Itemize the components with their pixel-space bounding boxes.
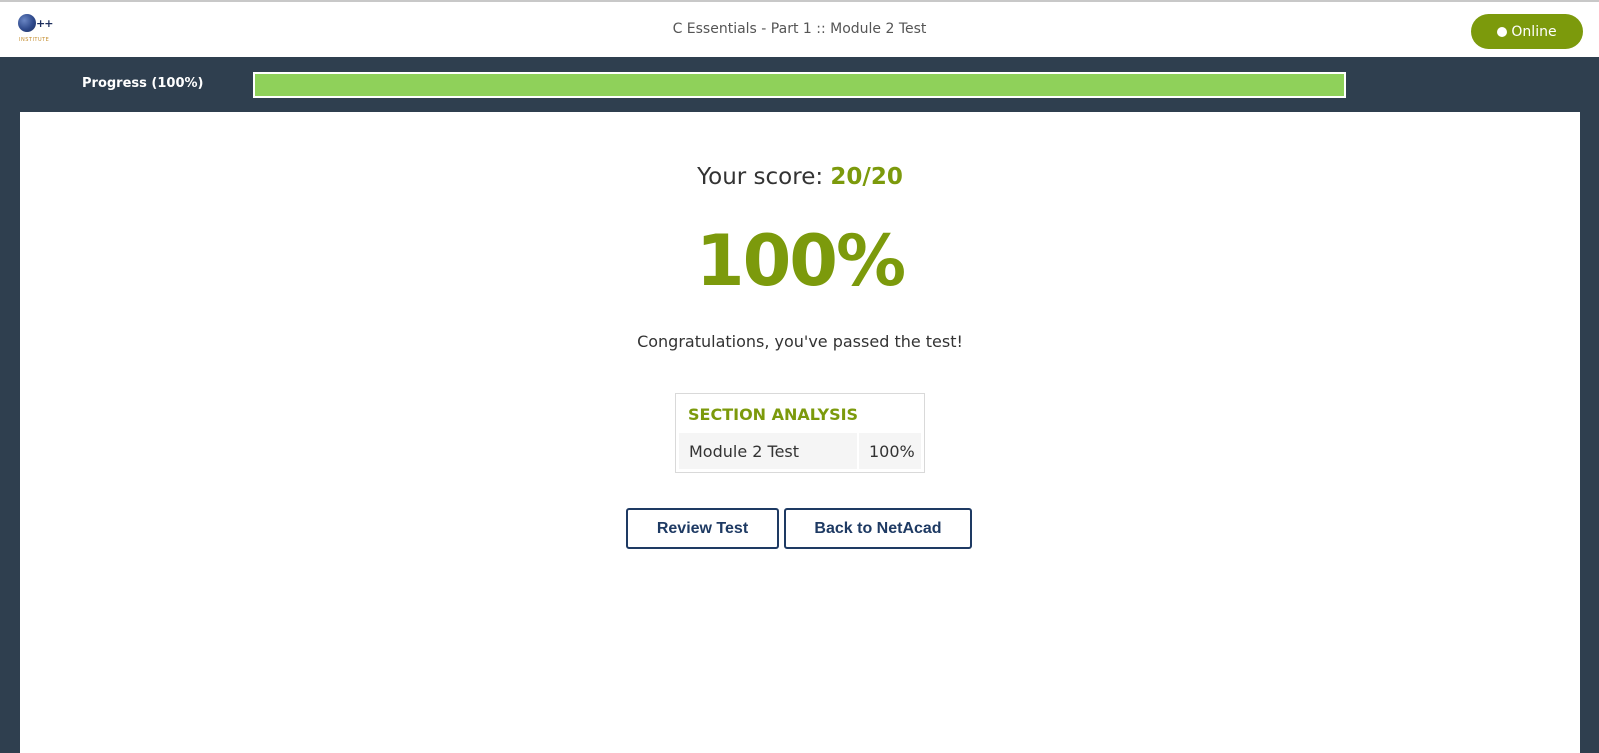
- table-row: Module 2 Test 100%: [679, 433, 921, 469]
- score-label: Your score:: [697, 164, 831, 190]
- score-line: Your score: 20/20: [20, 164, 1580, 190]
- page-title: C Essentials - Part 1 :: Module 2 Test: [672, 21, 927, 37]
- top-bar: ++ INSTITUTE C Essentials - Part 1 :: Mo…: [0, 0, 1599, 57]
- results-panel: Your score: 20/20 100% Congratulations, …: [20, 112, 1580, 753]
- cell-divider: [857, 433, 859, 469]
- online-status-label: Online: [1511, 23, 1557, 40]
- status-dot-icon: [1497, 26, 1508, 37]
- congratulations-message: Congratulations, you've passed the test!: [637, 332, 963, 351]
- section-name: Module 2 Test: [689, 442, 800, 461]
- progress-bar: [253, 72, 1346, 98]
- logo-wordmark: INSTITUTE: [19, 37, 50, 43]
- score-value: 20/20: [830, 164, 903, 190]
- progress-label: Progress (100%): [82, 76, 204, 91]
- online-status-button[interactable]: Online: [1471, 14, 1583, 49]
- review-test-button[interactable]: Review Test: [626, 508, 779, 549]
- back-to-netacad-button[interactable]: Back to NetAcad: [784, 508, 972, 549]
- progress-fill: [255, 74, 1344, 96]
- score-percent: 100%: [695, 220, 906, 302]
- section-score: 100%: [869, 442, 915, 461]
- section-analysis-table: SECTION ANALYSIS Module 2 Test 100%: [675, 393, 925, 473]
- section-analysis-heading: SECTION ANALYSIS: [688, 405, 859, 424]
